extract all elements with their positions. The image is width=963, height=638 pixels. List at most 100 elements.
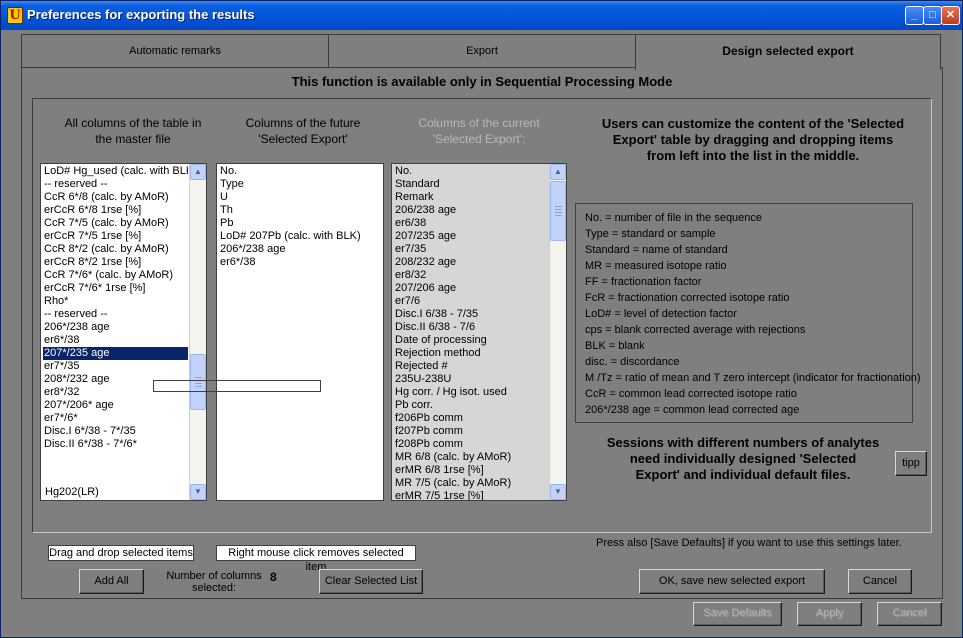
clear-selected-list-button[interactable]: Clear Selected List bbox=[319, 569, 423, 594]
num-columns-label-line-1: Number of columns bbox=[166, 570, 262, 582]
list-item[interactable]: Hg202(LR) bbox=[44, 486, 99, 499]
list-item[interactable]: 235U-238U bbox=[394, 373, 548, 386]
list-item[interactable]: 207*/235 age bbox=[43, 347, 188, 360]
current-list-scrollbar[interactable]: ▲ ▼ bbox=[549, 164, 566, 500]
list-item[interactable]: CcR 7*/6* (calc. by AMoR) bbox=[43, 269, 188, 282]
close-button[interactable]: ✕ bbox=[941, 6, 960, 25]
list-item[interactable]: Date of processing bbox=[394, 334, 548, 347]
maximize-button[interactable]: □ bbox=[923, 6, 942, 25]
apply-button[interactable]: Apply bbox=[797, 602, 862, 626]
current-columns-header: Columns of the current 'Selected Export'… bbox=[389, 115, 569, 147]
list-item[interactable]: Disc.I 6*/38 - 7*/35 bbox=[43, 425, 188, 438]
list-item[interactable]: er8/32 bbox=[394, 269, 548, 282]
legend-line: BLK = blank bbox=[585, 340, 645, 352]
list-item[interactable]: er7/6 bbox=[394, 295, 548, 308]
master-list-scrollbar[interactable]: ▲ ▼ bbox=[189, 164, 206, 500]
design-group: All columns of the table in the master f… bbox=[32, 98, 932, 533]
list-item[interactable]: LoD# 207Pb (calc. with BLK) bbox=[219, 230, 381, 243]
list-item[interactable]: MR 7/5 (calc. by AMoR) bbox=[394, 477, 548, 490]
number-of-columns-label: Number of columns selected: bbox=[162, 570, 266, 594]
abbreviation-legend: No. = number of file in the sequence Type… bbox=[575, 203, 921, 423]
list-item[interactable]: 207/206 age bbox=[394, 282, 548, 295]
scroll-down-icon[interactable]: ▼ bbox=[190, 484, 206, 500]
current-header-line-1: Columns of the current bbox=[418, 116, 540, 130]
master-header-line-2: the master file bbox=[95, 132, 171, 146]
list-item[interactable]: Rho* bbox=[43, 295, 188, 308]
title-bar[interactable]: U Preferences for exporting the results … bbox=[1, 1, 962, 30]
list-item[interactable]: CcR 8*/2 (calc. by AMoR) bbox=[43, 243, 188, 256]
list-item[interactable]: er6*/38 bbox=[43, 334, 188, 347]
current-header-line-2: 'Selected Export': bbox=[432, 132, 526, 146]
list-item[interactable]: -- reserved -- bbox=[43, 308, 188, 321]
list-item[interactable]: Pb corr. bbox=[394, 399, 548, 412]
list-item[interactable]: f206Pb comm bbox=[394, 412, 548, 425]
list-item[interactable]: er7*/6* bbox=[43, 412, 188, 425]
list-item[interactable]: Disc.II 6/38 - 7/6 bbox=[394, 321, 548, 334]
list-item[interactable]: f208Pb comm bbox=[394, 438, 548, 451]
list-item[interactable]: 207/235 age bbox=[394, 230, 548, 243]
list-item[interactable]: erCcR 6*/8 1rse [%] bbox=[43, 204, 188, 217]
cancel-design-button[interactable]: Cancel bbox=[848, 569, 912, 594]
list-item[interactable]: Remark bbox=[394, 191, 548, 204]
future-list-items: No. Type U Th Pb LoD# 207Pb (calc. with BL… bbox=[219, 165, 381, 269]
list-item[interactable]: erCcR 8*/2 1rse [%] bbox=[43, 256, 188, 269]
future-header-line-2: 'Selected Export' bbox=[258, 132, 348, 146]
list-item[interactable]: er7*/35 bbox=[43, 360, 188, 373]
save-defaults-button[interactable]: Save Defaults bbox=[693, 602, 782, 626]
scroll-up-icon[interactable]: ▲ bbox=[550, 164, 566, 180]
minimize-button[interactable]: _ bbox=[905, 6, 924, 25]
future-header-line-1: Columns of the future bbox=[245, 116, 361, 130]
list-item[interactable]: 207*/206* age bbox=[43, 399, 188, 412]
list-item[interactable]: f207Pb comm bbox=[394, 425, 548, 438]
list-item[interactable]: No. bbox=[219, 165, 381, 178]
add-all-button[interactable]: Add All bbox=[79, 569, 144, 594]
list-item[interactable]: 208/232 age bbox=[394, 256, 548, 269]
legend-lines: No. = number of file in the sequence Type… bbox=[585, 210, 921, 418]
list-item[interactable]: 206*/238 age bbox=[219, 243, 381, 256]
list-item[interactable]: Disc.II 6*/38 - 7*/6* bbox=[43, 438, 188, 451]
legend-line: CcR = common lead corrected isotope rati… bbox=[585, 388, 797, 400]
tab-automatic-remarks[interactable]: Automatic remarks bbox=[21, 34, 329, 68]
list-item[interactable]: Type bbox=[219, 178, 381, 191]
list-item[interactable]: CcR 7*/5 (calc. by AMoR) bbox=[43, 217, 188, 230]
list-item[interactable]: erMR 7/5 1rse [%] bbox=[394, 490, 548, 500]
list-item[interactable]: erCcR 7*/5 1rse [%] bbox=[43, 230, 188, 243]
list-item[interactable]: MR 6/8 (calc. by AMoR) bbox=[394, 451, 548, 464]
scroll-down-icon[interactable]: ▼ bbox=[550, 484, 566, 500]
tab-export[interactable]: Export bbox=[328, 34, 636, 68]
list-item[interactable]: er7/35 bbox=[394, 243, 548, 256]
list-item[interactable]: Pb bbox=[219, 217, 381, 230]
scroll-up-icon[interactable]: ▲ bbox=[190, 164, 206, 180]
list-item[interactable]: Rejected # bbox=[394, 360, 548, 373]
list-item[interactable]: CcR 6*/8 (calc. by AMoR) bbox=[43, 191, 188, 204]
list-item[interactable]: er6/38 bbox=[394, 217, 548, 230]
list-item[interactable]: Th bbox=[219, 204, 381, 217]
scroll-thumb[interactable] bbox=[550, 181, 566, 241]
future-columns-list[interactable]: No. Type U Th Pb LoD# 207Pb (calc. with BL… bbox=[216, 163, 384, 501]
list-item[interactable]: -- reserved -- bbox=[43, 178, 188, 191]
list-item[interactable]: erMR 6/8 1rse [%] bbox=[394, 464, 548, 477]
tipp-button[interactable]: tipp bbox=[895, 451, 927, 476]
legend-line: FF = fractionation factor bbox=[585, 276, 702, 288]
list-item[interactable]: 206*/238 age bbox=[43, 321, 188, 334]
sessions-line-1: Sessions with different numbers of analy… bbox=[606, 435, 880, 450]
list-item[interactable]: No. bbox=[394, 165, 548, 178]
cancel-button[interactable]: Cancel bbox=[877, 602, 942, 626]
ok-save-export-button[interactable]: OK, save new selected export bbox=[639, 569, 825, 594]
save-defaults-hint: Press also [Save Defaults] if you want t… bbox=[596, 537, 902, 549]
current-columns-list[interactable]: No. Standard Remark 206/238 age er6/38 207/23… bbox=[391, 163, 567, 501]
list-item[interactable]: Rejection method bbox=[394, 347, 548, 360]
tab-design-selected-export[interactable]: Design selected export bbox=[635, 34, 941, 70]
list-item[interactable]: 206/238 age bbox=[394, 204, 548, 217]
list-item[interactable]: U bbox=[219, 191, 381, 204]
current-list-items: No. Standard Remark 206/238 age er6/38 207/23… bbox=[394, 165, 548, 500]
list-item[interactable]: LoD# Hg_used (calc. with BLK bbox=[43, 165, 188, 178]
master-header-line-1: All columns of the table in bbox=[64, 116, 202, 130]
list-item[interactable]: er6*/38 bbox=[219, 256, 381, 269]
list-item[interactable]: erCcR 7*/6* 1rse [%] bbox=[43, 282, 188, 295]
legend-line: Standard = name of standard bbox=[585, 244, 728, 256]
list-item[interactable]: Standard bbox=[394, 178, 548, 191]
list-item[interactable]: Hg corr. / Hg isot. used bbox=[394, 386, 548, 399]
list-item[interactable]: Disc.I 6/38 - 7/35 bbox=[394, 308, 548, 321]
master-columns-list[interactable]: LoD# Hg_used (calc. with BLK -- reserved … bbox=[40, 163, 207, 501]
